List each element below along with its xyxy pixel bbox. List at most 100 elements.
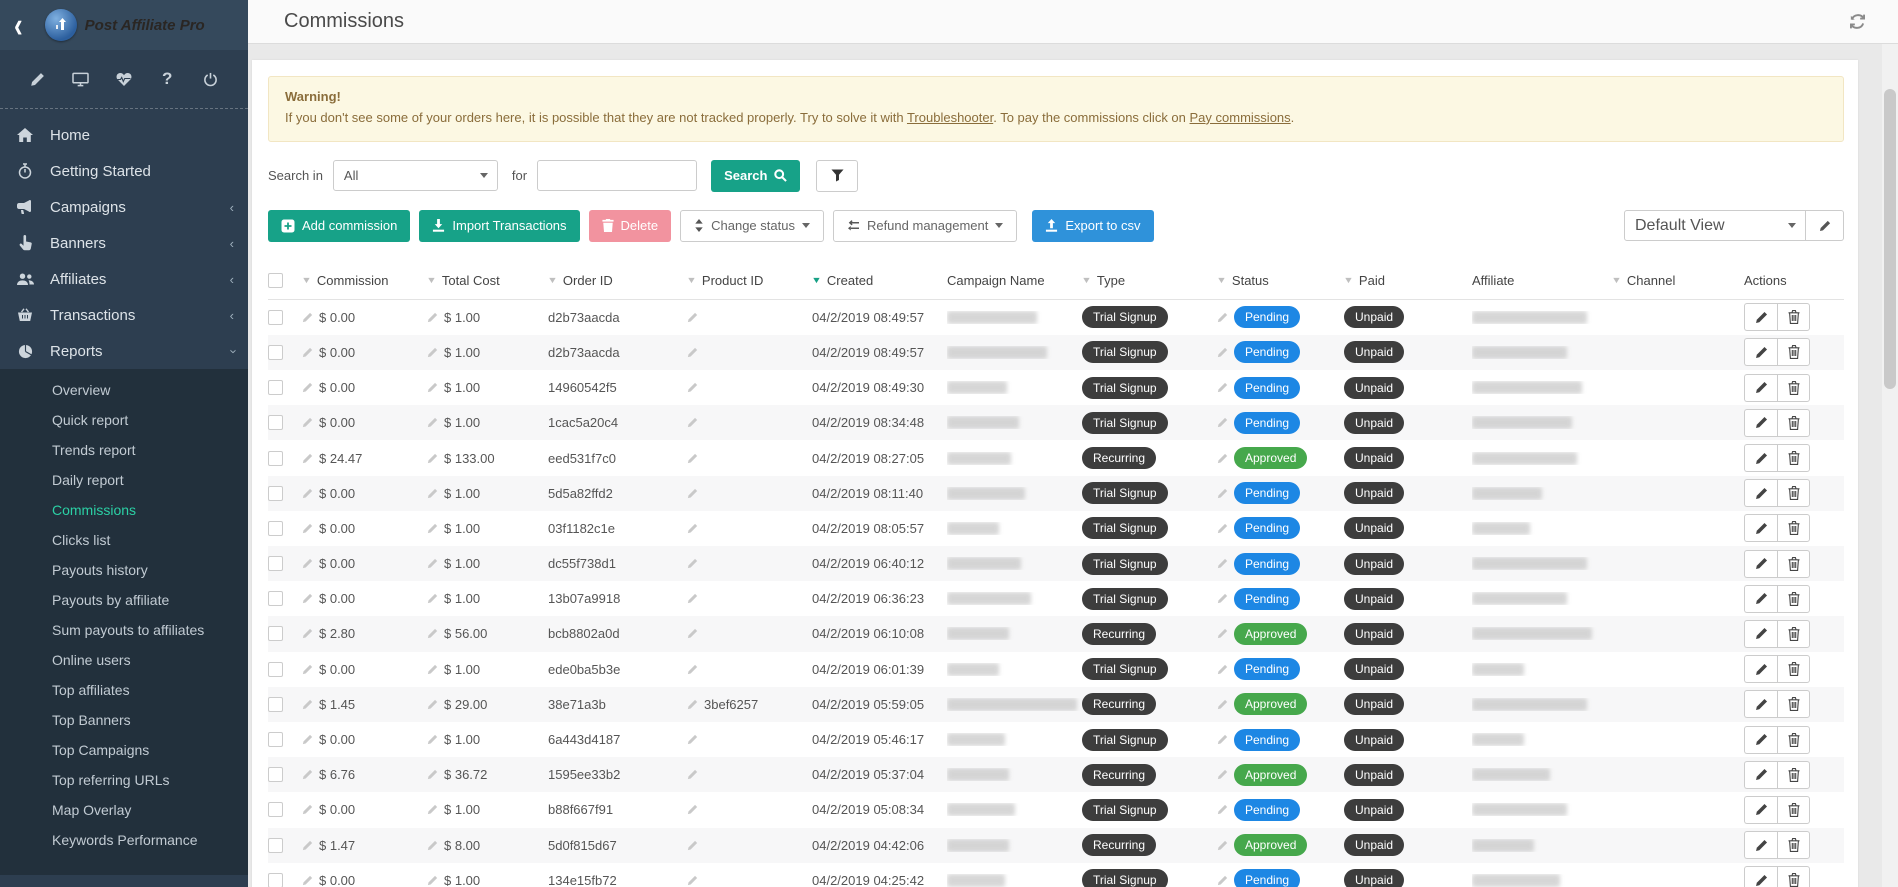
edit-row-button[interactable] bbox=[1744, 514, 1777, 542]
inline-edit-pencil-icon[interactable] bbox=[1217, 523, 1228, 534]
inline-edit-pencil-icon[interactable] bbox=[687, 875, 698, 886]
inline-edit-pencil-icon[interactable] bbox=[1217, 312, 1228, 323]
sidebar-subitem-commissions[interactable]: Commissions bbox=[0, 495, 248, 525]
column-header-actions[interactable]: Actions bbox=[1744, 273, 1844, 288]
row-checkbox[interactable] bbox=[268, 345, 283, 360]
inline-edit-pencil-icon[interactable] bbox=[427, 453, 438, 464]
inline-edit-pencil-icon[interactable] bbox=[1217, 734, 1228, 745]
inline-edit-pencil-icon[interactable] bbox=[687, 382, 698, 393]
inline-edit-pencil-icon[interactable] bbox=[687, 628, 698, 639]
sidebar-item-home[interactable]: Home bbox=[0, 117, 248, 153]
inline-edit-pencil-icon[interactable] bbox=[427, 664, 438, 675]
edit-row-button[interactable] bbox=[1744, 796, 1777, 824]
sort-caret-icon[interactable]: ▼ bbox=[811, 275, 822, 285]
search-button[interactable]: Search bbox=[711, 160, 800, 192]
sidebar-subitem-daily-report[interactable]: Daily report bbox=[0, 465, 248, 495]
sidebar-subitem-map-overlay[interactable]: Map Overlay bbox=[0, 795, 248, 825]
inline-edit-pencil-icon[interactable] bbox=[302, 312, 313, 323]
inline-edit-pencil-icon[interactable] bbox=[302, 382, 313, 393]
column-header-commission[interactable]: ▼Commission bbox=[302, 273, 427, 288]
delete-row-button[interactable] bbox=[1777, 303, 1810, 331]
edit-row-button[interactable] bbox=[1744, 550, 1777, 578]
inline-edit-pencil-icon[interactable] bbox=[1217, 417, 1228, 428]
edit-row-button[interactable] bbox=[1744, 303, 1777, 331]
inline-edit-pencil-icon[interactable] bbox=[687, 523, 698, 534]
column-header-channel[interactable]: ▼Channel bbox=[1612, 273, 1744, 288]
inline-edit-pencil-icon[interactable] bbox=[1217, 593, 1228, 604]
column-header-order-id[interactable]: ▼Order ID bbox=[548, 273, 687, 288]
column-header-total-cost[interactable]: ▼Total Cost bbox=[427, 273, 548, 288]
column-header-status[interactable]: ▼Status bbox=[1217, 273, 1344, 288]
monitor-icon[interactable] bbox=[69, 67, 93, 91]
sidebar-subitem-payouts-by-affiliate[interactable]: Payouts by affiliate bbox=[0, 585, 248, 615]
edit-row-button[interactable] bbox=[1744, 690, 1777, 718]
delete-row-button[interactable] bbox=[1777, 831, 1810, 859]
inline-edit-pencil-icon[interactable] bbox=[1217, 382, 1228, 393]
inline-edit-pencil-icon[interactable] bbox=[302, 593, 313, 604]
inline-edit-pencil-icon[interactable] bbox=[427, 734, 438, 745]
delete-row-button[interactable] bbox=[1777, 585, 1810, 613]
sort-caret-icon[interactable]: ▼ bbox=[1216, 275, 1227, 285]
column-header-created[interactable]: ▼Created bbox=[812, 273, 947, 288]
heartbeat-icon[interactable] bbox=[112, 67, 136, 91]
inline-edit-pencil-icon[interactable] bbox=[687, 488, 698, 499]
delete-row-button[interactable] bbox=[1777, 479, 1810, 507]
column-header-product-id[interactable]: ▼Product ID bbox=[687, 273, 812, 288]
edit-row-button[interactable] bbox=[1744, 444, 1777, 472]
inline-edit-pencil-icon[interactable] bbox=[687, 664, 698, 675]
inline-edit-pencil-icon[interactable] bbox=[1217, 628, 1228, 639]
inline-edit-pencil-icon[interactable] bbox=[1217, 699, 1228, 710]
inline-edit-pencil-icon[interactable] bbox=[302, 840, 313, 851]
inline-edit-pencil-icon[interactable] bbox=[1217, 488, 1228, 499]
inline-edit-pencil-icon[interactable] bbox=[687, 347, 698, 358]
delete-row-button[interactable] bbox=[1777, 796, 1810, 824]
inline-edit-pencil-icon[interactable] bbox=[687, 699, 698, 710]
inline-edit-pencil-icon[interactable] bbox=[1217, 664, 1228, 675]
inline-edit-pencil-icon[interactable] bbox=[302, 558, 313, 569]
inline-edit-pencil-icon[interactable] bbox=[687, 769, 698, 780]
sidebar-subitem-top-affiliates[interactable]: Top affiliates bbox=[0, 675, 248, 705]
sort-caret-icon[interactable]: ▼ bbox=[1343, 275, 1354, 285]
sidebar-item-banners[interactable]: Banners‹ bbox=[0, 225, 248, 261]
inline-edit-pencil-icon[interactable] bbox=[302, 523, 313, 534]
row-checkbox[interactable] bbox=[268, 802, 283, 817]
row-checkbox[interactable] bbox=[268, 838, 283, 853]
delete-row-button[interactable] bbox=[1777, 444, 1810, 472]
inline-edit-pencil-icon[interactable] bbox=[687, 734, 698, 745]
row-checkbox[interactable] bbox=[268, 626, 283, 641]
edit-row-button[interactable] bbox=[1744, 585, 1777, 613]
sidebar-item-getting-started[interactable]: Getting Started bbox=[0, 153, 248, 189]
inline-edit-pencil-icon[interactable] bbox=[427, 699, 438, 710]
edit-row-button[interactable] bbox=[1744, 374, 1777, 402]
column-header-paid[interactable]: ▼Paid bbox=[1344, 273, 1472, 288]
inline-edit-pencil-icon[interactable] bbox=[687, 558, 698, 569]
row-checkbox[interactable] bbox=[268, 380, 283, 395]
sidebar-subitem-top-campaigns[interactable]: Top Campaigns bbox=[0, 735, 248, 765]
sort-caret-icon[interactable]: ▼ bbox=[547, 275, 558, 285]
row-checkbox[interactable] bbox=[268, 521, 283, 536]
delete-row-button[interactable] bbox=[1777, 409, 1810, 437]
delete-row-button[interactable] bbox=[1777, 866, 1810, 887]
inline-edit-pencil-icon[interactable] bbox=[427, 312, 438, 323]
row-checkbox[interactable] bbox=[268, 591, 283, 606]
inline-edit-pencil-icon[interactable] bbox=[427, 417, 438, 428]
inline-edit-pencil-icon[interactable] bbox=[427, 593, 438, 604]
inline-edit-pencil-icon[interactable] bbox=[427, 523, 438, 534]
sidebar-subitem-quick-report[interactable]: Quick report bbox=[0, 405, 248, 435]
delete-row-button[interactable] bbox=[1777, 550, 1810, 578]
sidebar-subitem-online-users[interactable]: Online users bbox=[0, 645, 248, 675]
sidebar-subitem-trends-report[interactable]: Trends report bbox=[0, 435, 248, 465]
power-icon[interactable] bbox=[198, 67, 222, 91]
row-checkbox[interactable] bbox=[268, 486, 283, 501]
column-header-affiliate[interactable]: Affiliate bbox=[1472, 273, 1612, 288]
sort-caret-icon[interactable]: ▼ bbox=[686, 275, 697, 285]
delete-button[interactable]: Delete bbox=[589, 210, 672, 242]
delete-row-button[interactable] bbox=[1777, 514, 1810, 542]
sidebar-subitem-clicks-list[interactable]: Clicks list bbox=[0, 525, 248, 555]
sort-caret-icon[interactable]: ▼ bbox=[426, 275, 437, 285]
inline-edit-pencil-icon[interactable] bbox=[427, 347, 438, 358]
inline-edit-pencil-icon[interactable] bbox=[427, 488, 438, 499]
row-checkbox[interactable] bbox=[268, 697, 283, 712]
inline-edit-pencil-icon[interactable] bbox=[687, 312, 698, 323]
delete-row-button[interactable] bbox=[1777, 726, 1810, 754]
